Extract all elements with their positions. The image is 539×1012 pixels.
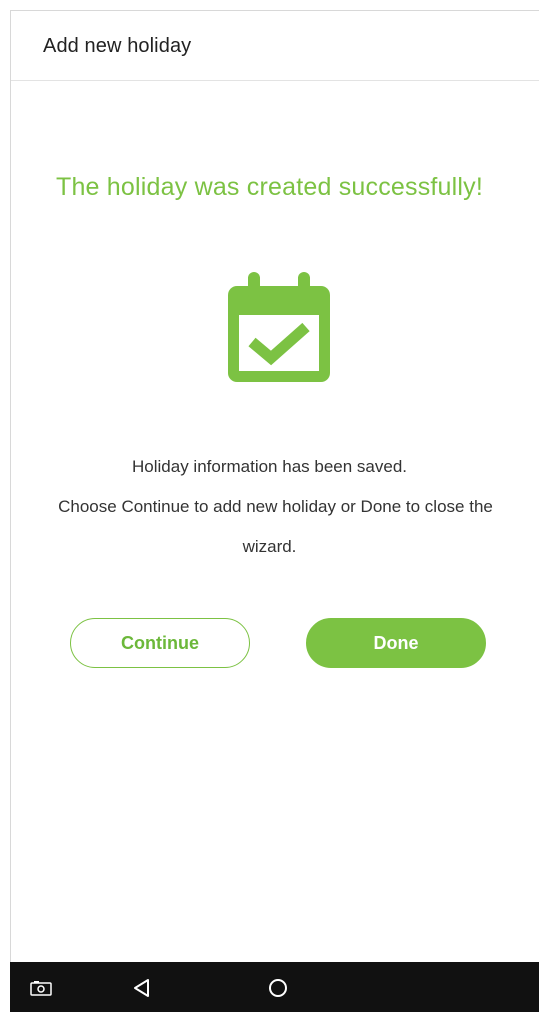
calendar-check-icon: [228, 272, 330, 382]
continue-button[interactable]: Continue: [70, 618, 250, 668]
info-instructions-text: Choose Continue to add new holiday or Do…: [58, 497, 493, 516]
header-bar: Add new holiday: [11, 11, 539, 81]
home-icon[interactable]: [268, 978, 288, 998]
back-icon[interactable]: [132, 978, 152, 998]
done-button[interactable]: Done: [306, 618, 486, 668]
screenshot-icon[interactable]: [30, 980, 52, 996]
success-title: The holiday was created successfully!: [55, 173, 484, 201]
page-title: Add new holiday: [43, 35, 192, 57]
android-nav-bar: [10, 962, 539, 1012]
app-screen: Add new holiday: [10, 10, 539, 962]
info-saved-text: Holiday information has been saved.: [132, 457, 407, 476]
info-instructions-text-cont: wizard.: [242, 537, 297, 556]
